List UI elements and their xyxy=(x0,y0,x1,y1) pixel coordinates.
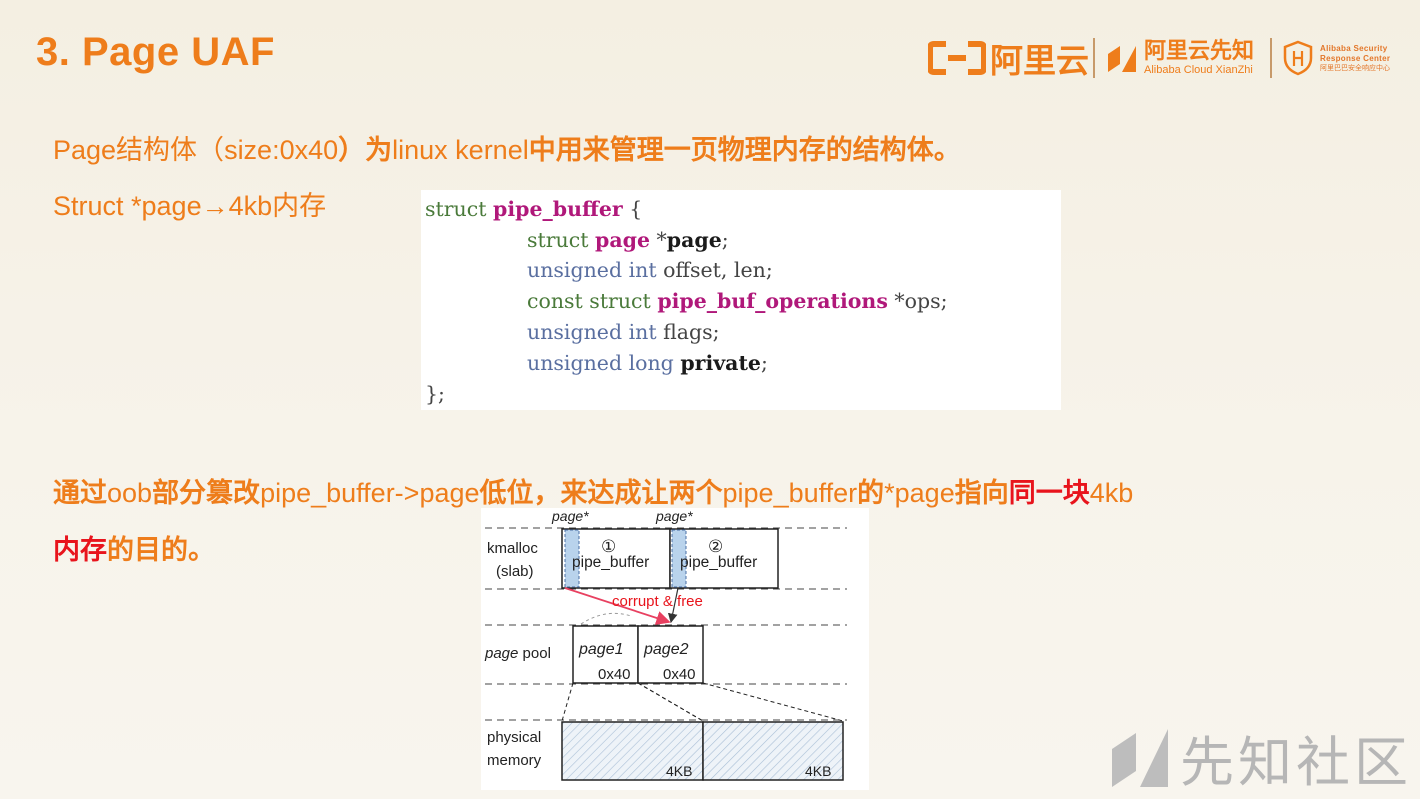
code-block: struct pipe_buffer { struct page *page; … xyxy=(421,190,1061,410)
xianzhi-logo-subtext: Alibaba Cloud XianZhi xyxy=(1144,63,1253,76)
slide-title: 3. Page UAF xyxy=(36,30,275,74)
page2-label: page2 xyxy=(643,641,689,658)
pipe-buffer-label: pipe_buffer xyxy=(572,554,649,571)
intro-text: linux kernel xyxy=(392,135,529,165)
struct-page-line: Struct *page→4kb内存 xyxy=(53,191,327,221)
code-line: unsigned int offset, len; xyxy=(527,258,773,282)
page-size-label: 0x40 xyxy=(598,666,631,683)
kmalloc-label: kmalloc xyxy=(487,540,538,557)
description-line-2: 内存的目的。 xyxy=(53,535,215,565)
code-line: const struct pipe_buf_operations *ops; xyxy=(527,289,948,313)
xianzhi-logo-text: 阿里云先知 xyxy=(1144,38,1255,64)
logo-divider xyxy=(1093,38,1095,78)
code-line: }; xyxy=(425,382,445,406)
intro-text: 中用来管理一页物理内存的结构体。 xyxy=(528,135,961,165)
physical-memory-label: physical xyxy=(487,729,541,746)
description-line-1: 通过oob部分篡改pipe_buffer->page低位，来达成让两个pipe_… xyxy=(53,478,1134,508)
page-size-label: 0x40 xyxy=(663,666,696,683)
code-line: unsigned int flags; xyxy=(527,320,720,344)
page1-label: page1 xyxy=(578,641,624,658)
code-line: struct pipe_buffer { xyxy=(425,197,643,221)
code-line: unsigned long private; xyxy=(527,351,768,375)
intro-text: ）为 xyxy=(338,135,393,165)
page-ptr-label: page* xyxy=(655,508,693,524)
xianzhi-watermark-icon xyxy=(1112,729,1168,787)
page-pool-label: page pool xyxy=(484,645,551,662)
aliyun-mark-icon xyxy=(927,38,987,78)
kmalloc-label: (slab) xyxy=(496,563,534,580)
memory-size-label: 4KB xyxy=(666,763,692,779)
aliyun-logo: 阿里云 xyxy=(927,34,1089,82)
watermark-text: 先知社区 xyxy=(1180,730,1412,794)
shield-icon xyxy=(1283,40,1313,76)
intro-text: size:0x40 xyxy=(224,135,339,165)
asrc-logo-text-1: Alibaba Security xyxy=(1320,43,1388,53)
intro-text: Page结构体（ xyxy=(53,135,225,165)
aliyun-logo-text: 阿里云 xyxy=(990,41,1089,80)
intro-line: Page结构体（size:0x40）为linux kernel中用来管理一页物理… xyxy=(53,128,961,167)
xianzhi-mark-icon xyxy=(1108,46,1136,72)
page-ptr-label: page* xyxy=(551,508,589,524)
physical-memory-label: memory xyxy=(487,752,542,769)
page-uaf-diagram: page* page* kmalloc (slab) ① ② pipe_buff… xyxy=(481,508,869,790)
code-line: struct page *page; xyxy=(527,228,729,252)
corrupt-free-label: corrupt & free xyxy=(612,593,703,610)
xianzhi-logo: 阿里云先知 Alibaba Cloud XianZhi xyxy=(1106,34,1254,82)
memory-size-label: 4KB xyxy=(805,763,831,779)
asrc-logo: Alibaba Security Response Center 阿里巴巴安全响… xyxy=(1282,34,1390,82)
pipe-buffer-label: pipe_buffer xyxy=(680,554,757,571)
logo-divider xyxy=(1270,38,1272,78)
watermark: 先知社区 xyxy=(1108,722,1412,794)
asrc-logo-text-cn: 阿里巴巴安全响应中心 xyxy=(1320,64,1390,72)
asrc-logo-text-2: Response Center xyxy=(1320,53,1391,63)
